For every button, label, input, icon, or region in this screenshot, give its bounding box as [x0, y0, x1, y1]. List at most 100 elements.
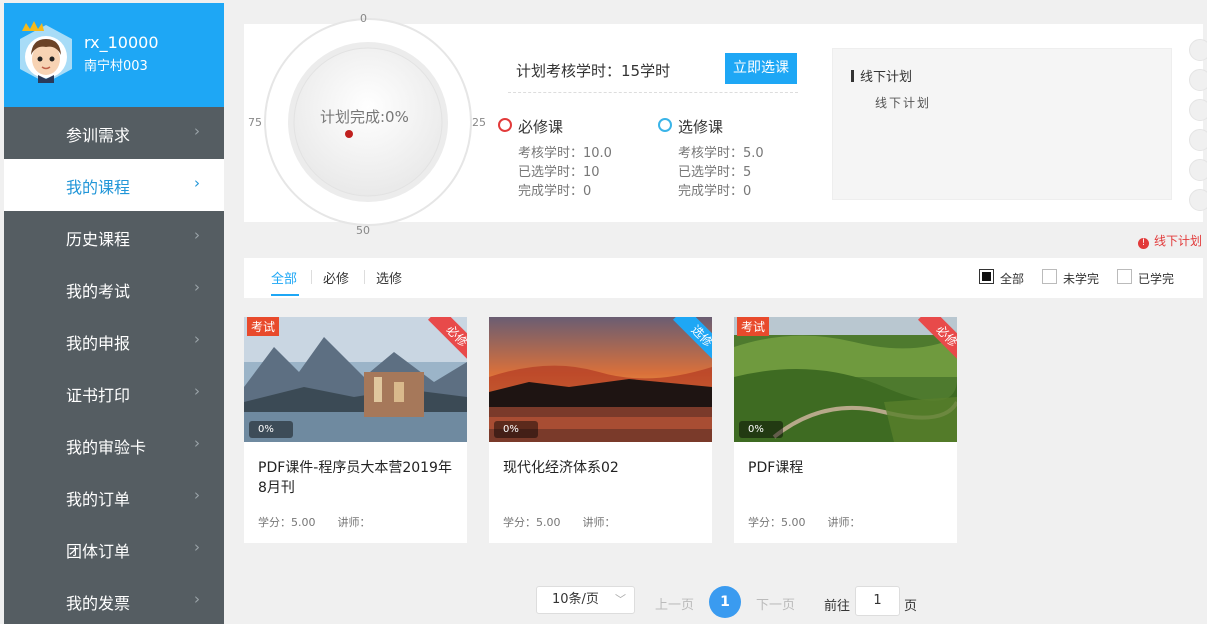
elective-title: 选修课	[678, 118, 724, 136]
gauge-tick-bottom: 50	[356, 224, 370, 237]
course-type-ribbon: 选修	[666, 317, 712, 363]
chevron-right-icon: ›	[194, 486, 200, 504]
tab-all[interactable]: 全部	[271, 268, 297, 287]
sidebar: rx_10000 南宁村003 参训需求 › 我的课程 › 历史课程 › 我的考试 › 我的申报…	[4, 3, 224, 624]
course-thumbnail[interactable]: 选修 0%	[489, 317, 712, 442]
ticket-notch	[1189, 189, 1207, 211]
sidebar-item[interactable]: 我的审验卡 ›	[4, 419, 224, 471]
course-card[interactable]: 考试 必修 0% PDF课程 学分：5.00 讲师：	[734, 317, 957, 543]
elective-ring-icon	[658, 118, 672, 132]
profile-header: rx_10000 南宁村003	[4, 3, 224, 107]
chevron-down-icon: ﹀	[615, 593, 626, 606]
chevron-right-icon: ›	[194, 278, 200, 296]
chevron-right-icon: ›	[194, 382, 200, 400]
sidebar-item[interactable]: 团体订单 ›	[4, 523, 224, 575]
sidebar-item[interactable]: 我的考试 ›	[4, 263, 224, 315]
offline-plan-box: 线下计划 线下计划	[832, 48, 1172, 200]
status-finished-label: 已学完	[1138, 272, 1175, 286]
elective-selected: 已选学时：5	[678, 165, 752, 180]
tab-elective[interactable]: 选修	[376, 268, 402, 287]
status-all-label: 全部	[1000, 272, 1025, 286]
sidebar-item[interactable]: 我的发票 ›	[4, 575, 224, 624]
course-card[interactable]: 考试 必修 0% PDF课件-程序员大本营2019年8月刊 学分：5.00 讲师：	[244, 317, 467, 543]
chevron-right-icon: ›	[194, 590, 200, 608]
user-avatar[interactable]	[18, 21, 74, 85]
tab-active-underline	[271, 294, 299, 296]
offline-plan-subtitle[interactable]: 线下计划	[875, 94, 931, 111]
sidebar-item-label: 我的课程	[66, 178, 131, 197]
sidebar-item[interactable]: 参训需求 ›	[4, 107, 224, 159]
course-title[interactable]: 现代化经济体系02	[503, 458, 703, 478]
chevron-right-icon: ›	[194, 226, 200, 244]
next-page-link[interactable]: 下一页	[756, 594, 795, 613]
page-size-value: 10条/页	[552, 592, 599, 607]
elective-assess: 考核学时：5.0	[678, 146, 764, 161]
chevron-right-icon: ›	[194, 174, 200, 192]
course-type-ribbon: 必修	[421, 317, 467, 363]
course-progress: 0%	[739, 421, 783, 438]
goto-prefix: 前往	[824, 599, 851, 614]
required-stats: 考核学时：10.0 已选学时：10 完成学时：0	[518, 144, 612, 201]
elective-stats: 考核学时：5.0 已选学时：5 完成学时：0	[678, 144, 764, 201]
sidebar-item[interactable]: 证书打印 ›	[4, 367, 224, 419]
sidebar-item-label: 历史课程	[66, 230, 131, 249]
tab-separator	[364, 270, 365, 284]
course-meta: 学分：5.00 讲师：	[258, 514, 393, 530]
crown-icon	[22, 21, 44, 31]
gauge-needle	[345, 130, 353, 138]
current-page-button[interactable]: 1	[709, 586, 741, 618]
status-unfinished-checkbox[interactable]	[1042, 269, 1057, 284]
exam-tag: 考试	[737, 317, 770, 336]
sidebar-item-label: 我的订单	[66, 490, 131, 509]
sidebar-item-label: 我的发票	[66, 594, 131, 613]
offline-plan-link[interactable]: ! 线下计划	[1138, 232, 1202, 249]
sidebar-item[interactable]: 我的订单 ›	[4, 471, 224, 523]
plan-gauge: 0 25 50 75 计划完成:0%	[244, 5, 486, 245]
select-course-button[interactable]: 立即选课	[725, 53, 797, 84]
chevron-right-icon: ›	[194, 122, 200, 140]
course-type-ribbon: 必修	[911, 317, 957, 363]
required-ring-icon	[498, 118, 512, 132]
course-title[interactable]: PDF课件-程序员大本营2019年8月刊	[258, 458, 458, 498]
chevron-right-icon: ›	[194, 538, 200, 556]
course-meta: 学分：5.00 讲师：	[503, 514, 638, 530]
sidebar-item[interactable]: 历史课程 ›	[4, 211, 224, 263]
status-finished-checkbox[interactable]	[1117, 269, 1132, 284]
gauge-tick-left: 75	[248, 116, 262, 129]
course-credit: 学分：5.00	[258, 516, 316, 529]
page-size-select[interactable]: 10条/页 ﹀	[536, 586, 635, 614]
course-card[interactable]: 选修 0% 现代化经济体系02 学分：5.00 讲师：	[489, 317, 712, 543]
chevron-right-icon: ›	[194, 330, 200, 348]
sidebar-item-label: 团体订单	[66, 542, 131, 561]
course-title[interactable]: PDF课程	[748, 458, 948, 478]
user-org: 南宁村003	[84, 59, 148, 74]
ticket-notch	[1189, 39, 1207, 61]
status-unfinished-label: 未学完	[1063, 272, 1100, 286]
course-progress: 0%	[249, 421, 293, 438]
course-type-label: 必修	[428, 317, 467, 363]
gauge-tick-top: 0	[360, 12, 367, 25]
course-credit: 学分：5.00	[748, 516, 806, 529]
course-credit: 学分：5.00	[503, 516, 561, 529]
course-teacher: 讲师：	[582, 516, 616, 529]
course-teacher: 讲师：	[337, 516, 371, 529]
chevron-right-icon: ›	[194, 434, 200, 452]
goto-suffix: 页	[904, 599, 918, 614]
divider	[508, 92, 798, 93]
offline-plan-link-label: 线下计划	[1154, 234, 1203, 248]
sidebar-item-label: 参训需求	[66, 126, 131, 145]
status-all-checkbox[interactable]	[979, 269, 994, 284]
required-title: 必修课	[518, 118, 564, 136]
sidebar-item[interactable]: 我的申报 ›	[4, 315, 224, 367]
ticket-notch	[1189, 129, 1207, 151]
tab-required[interactable]: 必修	[323, 268, 349, 287]
offline-plan-title: 线下计划	[851, 66, 912, 85]
goto-page-input[interactable]: 1	[855, 586, 900, 616]
sidebar-item-label: 我的申报	[66, 334, 131, 353]
sidebar-menu: 参训需求 › 我的课程 › 历史课程 › 我的考试 › 我的申报 › 证书打印 › 我的审验卡 › 我的订单…	[4, 107, 224, 624]
prev-page-link[interactable]: 上一页	[655, 594, 694, 613]
exam-tag: 考试	[247, 317, 280, 336]
course-thumbnail[interactable]: 考试 必修 0%	[734, 317, 957, 442]
sidebar-item[interactable]: 我的课程 ›	[4, 159, 224, 211]
course-thumbnail[interactable]: 考试 必修 0%	[244, 317, 467, 442]
